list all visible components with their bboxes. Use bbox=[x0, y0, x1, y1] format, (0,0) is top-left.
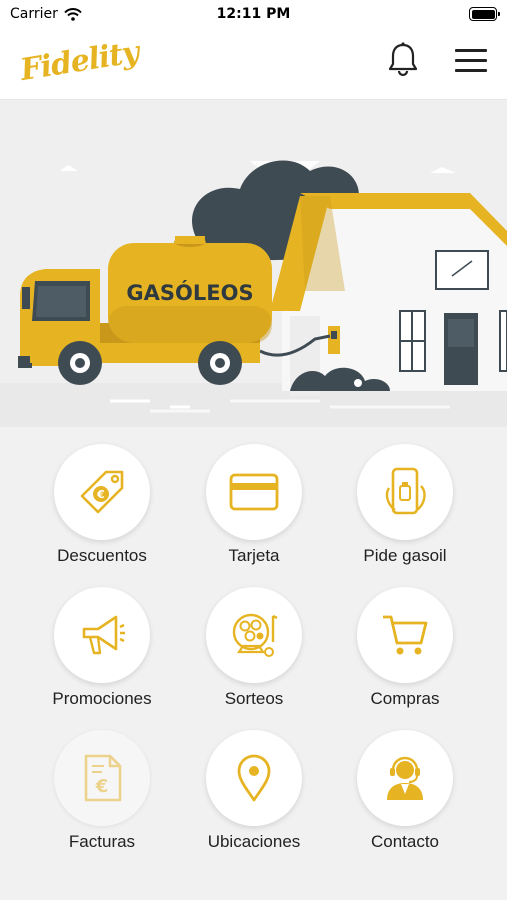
phone-order-icon bbox=[385, 467, 426, 515]
menu-item-compras[interactable]: Compras bbox=[330, 583, 480, 718]
app-header: Fidelity bbox=[0, 30, 507, 100]
menu-item-circle bbox=[206, 587, 302, 683]
menu-item-sorteos[interactable]: Sorteos bbox=[179, 583, 329, 718]
svg-text:€: € bbox=[96, 488, 105, 501]
menu-item-tarjeta[interactable]: Tarjeta bbox=[179, 440, 329, 575]
battery-icon bbox=[469, 7, 500, 21]
card-icon bbox=[229, 473, 279, 511]
status-bar: Carrier 12:11 PM bbox=[0, 0, 507, 30]
menu-item-label: Facturas bbox=[68, 832, 136, 851]
menu-item-label: Compras bbox=[370, 689, 440, 708]
app-logo: Fidelity bbox=[17, 34, 141, 89]
menu-item-circle bbox=[206, 444, 302, 540]
menu-item-circle bbox=[357, 444, 453, 540]
menu-item-label: Sorteos bbox=[224, 689, 284, 708]
bell-icon bbox=[388, 42, 418, 77]
menu-item-descuentos[interactable]: € Descuentos bbox=[27, 440, 177, 575]
menu-item-circle: € bbox=[54, 730, 150, 826]
hero-banner: GASÓLEOS bbox=[0, 101, 507, 427]
menu-item-circle bbox=[357, 730, 453, 826]
lottery-icon bbox=[232, 613, 278, 657]
menu-item-label: Pide gasoil bbox=[363, 546, 447, 565]
menu-item-label: Descuentos bbox=[57, 546, 147, 565]
hamburger-menu-button[interactable] bbox=[455, 45, 487, 73]
menu-line bbox=[455, 59, 487, 62]
discount-tag-icon: € bbox=[80, 470, 124, 514]
truck-tank-label: GASÓLEOS bbox=[126, 281, 254, 305]
menu-item-circle: € bbox=[54, 444, 150, 540]
menu-item-facturas[interactable]: € Facturas bbox=[27, 726, 177, 861]
invoice-icon: € bbox=[84, 754, 122, 802]
menu-item-label: Contacto bbox=[370, 832, 440, 851]
menu-item-label: Ubicaciones bbox=[207, 832, 301, 851]
support-agent-icon bbox=[387, 756, 423, 800]
menu-item-contacto[interactable]: Contacto bbox=[330, 726, 480, 861]
notifications-button[interactable] bbox=[384, 40, 422, 78]
menu-item-label: Promociones bbox=[52, 689, 152, 708]
menu-item-promociones[interactable]: Promociones bbox=[27, 583, 177, 718]
menu-line bbox=[455, 69, 487, 72]
menu-item-ubicaciones[interactable]: Ubicaciones bbox=[179, 726, 329, 861]
menu-item-circle bbox=[54, 587, 150, 683]
location-pin-icon bbox=[237, 754, 271, 802]
menu-item-circle bbox=[357, 587, 453, 683]
megaphone-icon bbox=[82, 615, 125, 655]
clock: 12:11 PM bbox=[216, 6, 291, 22]
menu-item-label: Tarjeta bbox=[228, 546, 280, 565]
menu-line bbox=[455, 49, 487, 52]
menu-item-circle bbox=[206, 730, 302, 826]
fuel-delivery-illustration bbox=[0, 160, 507, 427]
menu-item-pide-gasoil[interactable]: Pide gasoil bbox=[330, 440, 480, 575]
cart-icon bbox=[383, 615, 428, 655]
svg-text:€: € bbox=[95, 776, 109, 797]
